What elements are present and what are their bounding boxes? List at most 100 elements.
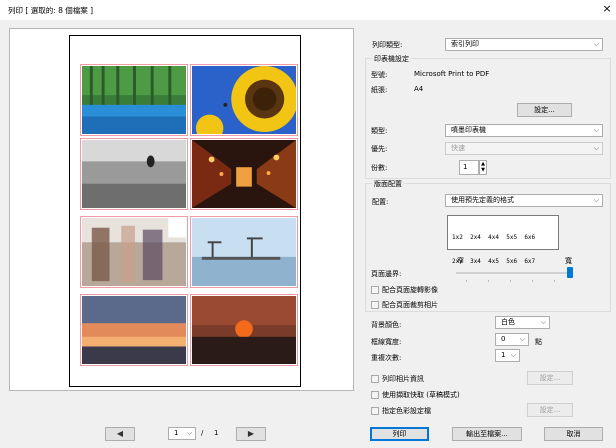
model-label: 型號: — [371, 71, 388, 79]
quick-mode-label: 使用擷取快取 (草稿模式) — [382, 391, 460, 399]
print-info-option[interactable]: 列印相片資訊 — [371, 374, 424, 384]
photo-cell-sunset-sky[interactable] — [80, 294, 188, 366]
layout-options-list[interactable]: 1x2 2x4 4x4 5x5 6x6 2x2 3x4 4x5 5x6 6x7 — [447, 215, 559, 265]
quick-mode-checkbox[interactable] — [371, 391, 379, 399]
priority-value: 快速 — [451, 144, 465, 152]
repeat-select[interactable]: 1 ⌵ — [495, 349, 520, 362]
chevron-down-icon: ⌵ — [540, 318, 546, 326]
prev-page-button[interactable]: ◀ — [105, 427, 135, 441]
bg-color-value: 白色 — [501, 318, 515, 326]
photo-red-sun — [192, 296, 296, 364]
border-width-label: 框線寬度: — [371, 338, 402, 346]
photo-cell-forest-lake[interactable] — [80, 64, 188, 136]
margin-slider-track[interactable] — [456, 272, 573, 274]
paper-value: A4 — [414, 85, 424, 93]
printer-settings-title: 印表機設定 — [372, 54, 411, 64]
photo-blurred-crowd — [82, 218, 186, 286]
chevron-down-icon: ⌵ — [593, 144, 599, 152]
photo-harbor-cranes — [192, 218, 296, 286]
layout-options-row-2: 2x2 3x4 4x5 5x6 6x7 — [452, 258, 554, 266]
priority-label: 優先: — [371, 145, 388, 153]
window-title: 列印 [ 選取的: 8 個檔案 ] — [8, 6, 94, 15]
border-width-value: 0 — [501, 335, 506, 343]
auto-rotate-checkbox[interactable] — [371, 286, 379, 294]
photo-sunset-sky — [82, 296, 186, 364]
export-to-file-button[interactable]: 輸出至檔案... — [452, 427, 522, 441]
auto-rotate-label: 配合頁面旋轉影像 — [382, 286, 438, 294]
page-total: 1 — [214, 429, 219, 437]
photo-night-alley — [192, 140, 296, 208]
slider-tick — [554, 280, 555, 282]
slider-tick — [532, 280, 533, 282]
print-button[interactable]: 列印 — [370, 427, 429, 441]
color-profile-setup-button[interactable]: 設定... — [527, 403, 573, 417]
crop-fit-option[interactable]: 配合頁面裁剪相片 — [371, 300, 438, 310]
layout-option[interactable]: 1x2 — [452, 234, 463, 241]
type-label: 類型: — [371, 127, 388, 135]
photo-cell-red-sun[interactable] — [190, 294, 298, 366]
page-separator: / — [201, 429, 204, 437]
layout-option[interactable]: 2x4 — [470, 234, 481, 241]
crop-fit-checkbox[interactable] — [371, 301, 379, 309]
border-width-unit: 點 — [535, 338, 542, 346]
chevron-down-icon: ⌵ — [593, 40, 599, 48]
print-info-checkbox[interactable] — [371, 375, 379, 383]
copies-value: 1 — [463, 163, 468, 171]
print-info-setup-button[interactable]: 設定... — [527, 371, 573, 385]
layout-option[interactable]: 6x6 — [524, 234, 535, 241]
border-width-select[interactable]: 0 ⌵ — [495, 333, 529, 346]
margin-slider-thumb[interactable] — [567, 267, 573, 278]
chevron-down-icon: ⌵ — [510, 351, 516, 359]
layout-option[interactable]: 4x4 — [488, 234, 499, 241]
photo-figure-in-water — [82, 140, 186, 208]
layout-value: 使用預先定義的格式 — [451, 196, 514, 204]
layout-label: 配置: — [372, 198, 389, 206]
page-select[interactable]: 1 ⌵ — [168, 427, 196, 440]
copies-label: 份數: — [371, 164, 388, 172]
photo-cell-sunflower[interactable] — [190, 64, 298, 136]
slider-tick — [510, 280, 511, 282]
copies-spin-buttons[interactable]: ▲ ▼ — [479, 160, 487, 175]
model-value: Microsoft Print to PDF — [414, 70, 490, 78]
print-info-label: 列印相片資訊 — [382, 375, 424, 383]
close-icon[interactable]: × — [600, 2, 614, 16]
chevron-down-icon: ⌵ — [186, 429, 192, 437]
page-select-value: 1 — [174, 429, 179, 437]
repeat-label: 重複次數: — [371, 354, 402, 362]
layout-options-row-1: 1x2 2x4 4x4 5x5 6x6 — [452, 234, 554, 242]
next-page-button[interactable]: ▶ — [236, 427, 266, 441]
chevron-down-icon: ⌵ — [519, 335, 525, 343]
bg-color-select[interactable]: 白色 ⌵ — [495, 316, 550, 329]
printer-setup-button[interactable]: 設定... — [517, 103, 572, 117]
printer-type-select[interactable]: 噴墨印表機 ⌵ — [445, 124, 603, 137]
photo-cell-night-alley[interactable] — [190, 138, 298, 210]
chevron-down-icon: ⌵ — [593, 126, 599, 134]
color-profile-option[interactable]: 指定色彩設定檔 — [371, 406, 431, 416]
photo-sunflower — [192, 66, 296, 134]
color-profile-checkbox[interactable] — [371, 407, 379, 415]
spin-down-icon[interactable]: ▼ — [480, 167, 486, 173]
layout-option[interactable]: 6x7 — [524, 258, 535, 265]
slider-tick — [488, 280, 489, 282]
layout-option[interactable]: 3x4 — [470, 258, 481, 265]
cancel-button[interactable]: 取消 — [544, 427, 603, 441]
margin-label: 頁面邊界: — [371, 270, 402, 278]
priority-select[interactable]: 快速 ⌵ — [445, 142, 603, 155]
color-profile-label: 指定色彩設定檔 — [382, 407, 431, 415]
photo-cell-blurred-crowd[interactable] — [80, 216, 188, 288]
photo-cell-figure-in-water[interactable] — [80, 138, 188, 210]
layout-option[interactable]: 4x5 — [488, 258, 499, 265]
preview-page — [69, 35, 301, 387]
auto-rotate-option[interactable]: 配合頁面旋轉影像 — [371, 285, 438, 295]
slider-tick — [466, 280, 467, 282]
print-type-label: 列印類型: — [372, 41, 403, 49]
photo-cell-harbor-cranes[interactable] — [190, 216, 298, 288]
quick-mode-option[interactable]: 使用擷取快取 (草稿模式) — [371, 390, 460, 400]
printer-type-value: 噴墨印表機 — [451, 126, 486, 134]
bg-color-label: 背景顏色: — [371, 321, 402, 329]
copies-stepper[interactable]: 1 — [459, 160, 479, 175]
print-type-select[interactable]: 索引列印 ⌵ — [445, 38, 603, 51]
layout-option[interactable]: 5x5 — [506, 234, 517, 241]
layout-select[interactable]: 使用預先定義的格式 ⌵ — [445, 194, 603, 207]
layout-option[interactable]: 5x6 — [506, 258, 517, 265]
